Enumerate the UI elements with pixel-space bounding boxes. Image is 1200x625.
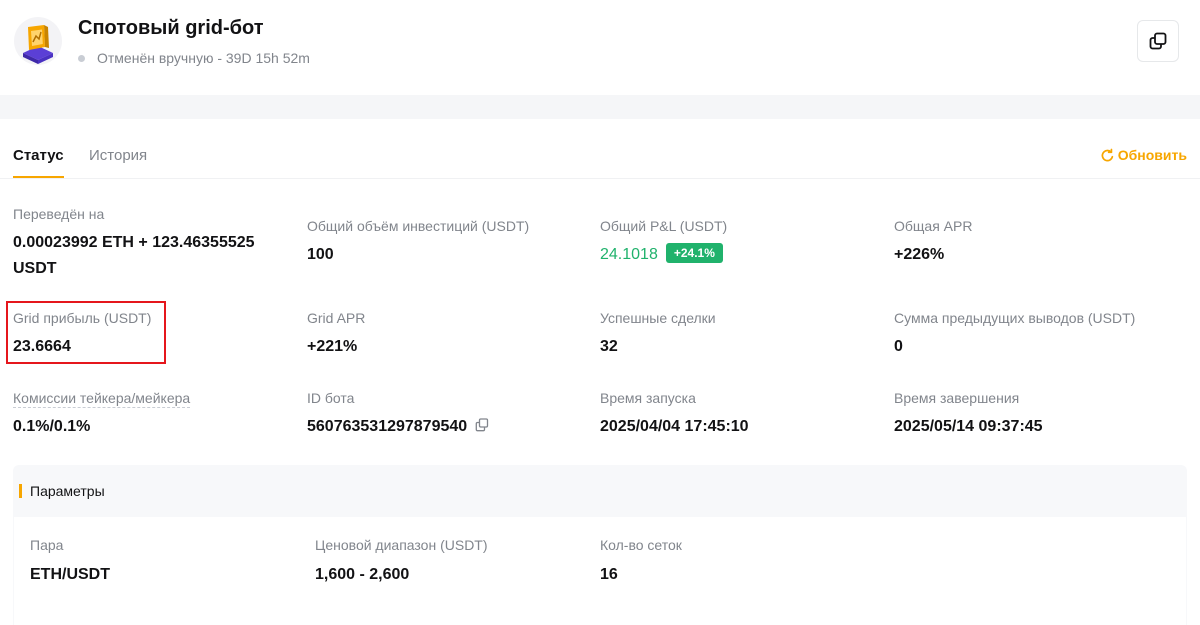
- stat-value: 2025/05/14 09:37:45: [894, 418, 1043, 435]
- stat-label: Общий P&L (USDT): [600, 218, 728, 234]
- stat-label: Общий объём инвестиций (USDT): [307, 218, 530, 234]
- stat-total-pnl: Общий P&L (USDT) 24.1018 +24.1%: [600, 218, 727, 264]
- stat-total-investment: Общий объём инвестиций (USDT) 100: [307, 218, 529, 264]
- status-dot-icon: [78, 54, 85, 62]
- pnl-percent-badge: +24.1%: [665, 243, 723, 263]
- stat-label: Grid прибыль (USDT): [13, 310, 152, 326]
- param-price-range: Ценовой диапазон (USDT) 1,600 - 2,600: [315, 537, 488, 584]
- stat-label: Время запуска: [600, 390, 696, 406]
- stat-value: 24.1018 +24.1%: [600, 243, 727, 264]
- stat-value: +226%: [894, 246, 945, 263]
- stat-fees: Комиссии тейкера/мейкера 0.1%/0.1%: [13, 390, 191, 436]
- copy-icon: [1149, 32, 1167, 50]
- refresh-label: Обновить: [1117, 147, 1187, 163]
- copy-id-icon[interactable]: [475, 418, 489, 437]
- stat-label: Время завершения: [894, 390, 1020, 406]
- param-value: 1,600 - 2,600: [315, 566, 410, 583]
- parameters-header: Параметры: [13, 465, 1187, 517]
- stat-label: Общая APR: [894, 218, 973, 234]
- param-label: Ценовой диапазон (USDT): [315, 537, 488, 553]
- parameters-title: Параметры: [30, 483, 105, 499]
- page-header: Спотовый grid-бот Отменён вручную - 39D …: [0, 0, 1200, 95]
- stat-value: 32: [600, 338, 618, 355]
- grid-bot-logo-icon: [14, 17, 62, 65]
- refresh-button[interactable]: Обновить: [1100, 147, 1187, 163]
- param-pair: Пара ETH/USDT: [30, 537, 110, 584]
- refresh-icon: [1101, 148, 1113, 161]
- param-label: Пара: [30, 537, 64, 553]
- stat-value: 0.1%/0.1%: [13, 418, 91, 435]
- stat-transferred: Переведён на 0.00023992 ETH + 123.463555…: [13, 206, 255, 282]
- stat-end-time: Время завершения 2025/05/14 09:37:45: [894, 390, 1043, 436]
- stat-value: 0.00023992 ETH + 123.46355525 USDT: [13, 230, 255, 282]
- stat-successful-trades: Успешные сделки 32: [600, 310, 716, 356]
- param-grid-count: Кол-во сеток 16: [600, 537, 682, 584]
- parameters-panel: Параметры Пара ETH/USDT Ценовой диапазон…: [13, 465, 1187, 625]
- stat-label: Grid APR: [307, 310, 366, 326]
- page-title: Спотовый grid-бот: [78, 17, 264, 39]
- stat-value: 23.6664: [13, 338, 71, 355]
- param-value: ETH/USDT: [30, 566, 110, 583]
- stat-label: ID бота: [307, 390, 355, 406]
- fees-tooltip-label[interactable]: Комиссии тейкера/мейкера: [13, 390, 191, 408]
- bot-id-value: 560763531297879540: [307, 418, 468, 435]
- stat-value: +221%: [307, 338, 358, 355]
- stat-grid-profit: Grid прибыль (USDT) 23.6664: [13, 310, 151, 356]
- stat-label: Успешные сделки: [600, 310, 716, 326]
- copy-bot-button[interactable]: [1137, 20, 1179, 62]
- tab-history[interactable]: История: [89, 147, 147, 164]
- tab-bar: Статус История Обновить: [0, 119, 1200, 179]
- stat-total-apr: Общая APR +226%: [894, 218, 972, 264]
- stat-value: 0: [894, 338, 903, 355]
- section-accent-bar: [19, 484, 22, 498]
- stat-grid-apr: Grid APR +221%: [307, 310, 365, 356]
- stat-value-line: 0.00023992 ETH + 123.46355525: [13, 234, 255, 251]
- stat-previous-withdrawals: Сумма предыдущих выводов (USDT) 0: [894, 310, 1135, 356]
- bot-status-text: Отменён вручную - 39D 15h 52m: [97, 50, 310, 66]
- stat-label: Сумма предыдущих выводов (USDT): [894, 310, 1136, 326]
- stat-label-wrap: Комиссии тейкера/мейкера: [13, 390, 191, 408]
- bot-status: Отменён вручную - 39D 15h 52m: [78, 50, 310, 66]
- param-label: Кол-во сеток: [600, 537, 682, 553]
- stat-value: 2025/04/04 17:45:10: [600, 418, 749, 435]
- stat-value: 560763531297879540: [307, 418, 489, 437]
- stat-bot-id: ID бота 560763531297879540: [307, 390, 489, 437]
- section-divider: [0, 95, 1200, 119]
- tab-status[interactable]: Статус: [13, 147, 64, 178]
- param-value: 16: [600, 566, 618, 583]
- stat-label: Переведён на: [13, 206, 105, 222]
- stat-value: 100: [307, 246, 334, 263]
- stat-value-line: USDT: [13, 260, 57, 277]
- pnl-value: 24.1018: [600, 246, 658, 263]
- parameters-body: Пара ETH/USDT Ценовой диапазон (USDT) 1,…: [14, 517, 1186, 625]
- stat-start-time: Время запуска 2025/04/04 17:45:10: [600, 390, 749, 436]
